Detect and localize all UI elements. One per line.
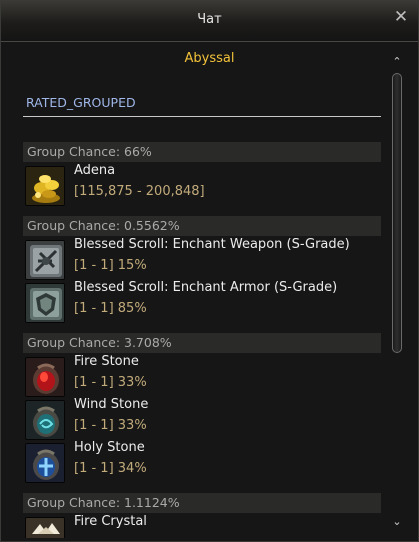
item-name: Adena [74, 163, 116, 178]
scrollbar-thumb[interactable] [392, 73, 402, 353]
drop-list: Group Chance: 66% Adena [115,875 - 200,8… [23, 142, 381, 538]
close-icon[interactable]: ✕ [392, 8, 410, 26]
item-range: [1 - 1] 34% [74, 461, 147, 476]
item-range: [1 - 1] 15% [74, 258, 147, 273]
wind-stone-icon [25, 400, 65, 440]
item-name: Blessed Scroll: Enchant Weapon (S-Grade) [74, 237, 350, 252]
list-item[interactable]: Wind Stone [1 - 1] 33% [23, 397, 381, 441]
item-name: Wind Stone [74, 397, 149, 412]
section-label: RATED_GROUPED [26, 95, 136, 110]
scroll-up-button[interactable]: ⌃ [390, 56, 404, 68]
list-item[interactable]: Adena [115,875 - 200,848] [23, 163, 381, 207]
drop-list-subtitle: Abyssal [184, 51, 235, 66]
list-item[interactable]: Holy Stone [1 - 1] 34% [23, 440, 381, 484]
group-chance-header: Group Chance: 66% [23, 142, 381, 162]
list-item[interactable]: Fire Stone [1 - 1] 33% [23, 354, 381, 398]
list-item[interactable]: Blessed Scroll: Enchant Weapon (S-Grade)… [23, 237, 381, 281]
item-range: [1 - 1] 33% [74, 375, 147, 390]
item-name: Fire Stone [74, 354, 139, 369]
item-range: [115,875 - 200,848] [74, 184, 205, 199]
fire-crystal-icon [25, 517, 65, 538]
title-bar[interactable]: Чат ✕ [1, 1, 418, 42]
scroll-armor-icon [25, 283, 65, 323]
scrollbar-track[interactable] [392, 73, 402, 511]
adena-icon [25, 166, 65, 206]
group-chance-header: Group Chance: 3.708% [23, 333, 381, 353]
item-name: Blessed Scroll: Enchant Armor (S-Grade) [74, 280, 338, 295]
list-item[interactable]: Blessed Scroll: Enchant Armor (S-Grade) … [23, 280, 381, 324]
item-range: [1 - 1] 33% [74, 418, 147, 433]
list-item[interactable]: Fire Crystal [23, 514, 381, 538]
group-chance-header: Group Chance: 0.5562% [23, 216, 381, 236]
window-title: Чат [197, 12, 222, 27]
group-chance-header: Group Chance: 1.1124% [23, 493, 381, 513]
scroll-down-button[interactable]: ⌄ [390, 516, 404, 528]
item-range: [1 - 1] 85% [74, 301, 147, 316]
item-name: Holy Stone [74, 440, 145, 455]
holy-stone-icon [25, 443, 65, 483]
scroll-weapon-icon [25, 240, 65, 280]
section-divider [23, 116, 381, 117]
fire-stone-icon [25, 357, 65, 397]
item-name: Fire Crystal [74, 514, 147, 529]
chat-window: Чат ✕ Abyssal RATED_GROUPED Group Chance… [0, 0, 419, 542]
